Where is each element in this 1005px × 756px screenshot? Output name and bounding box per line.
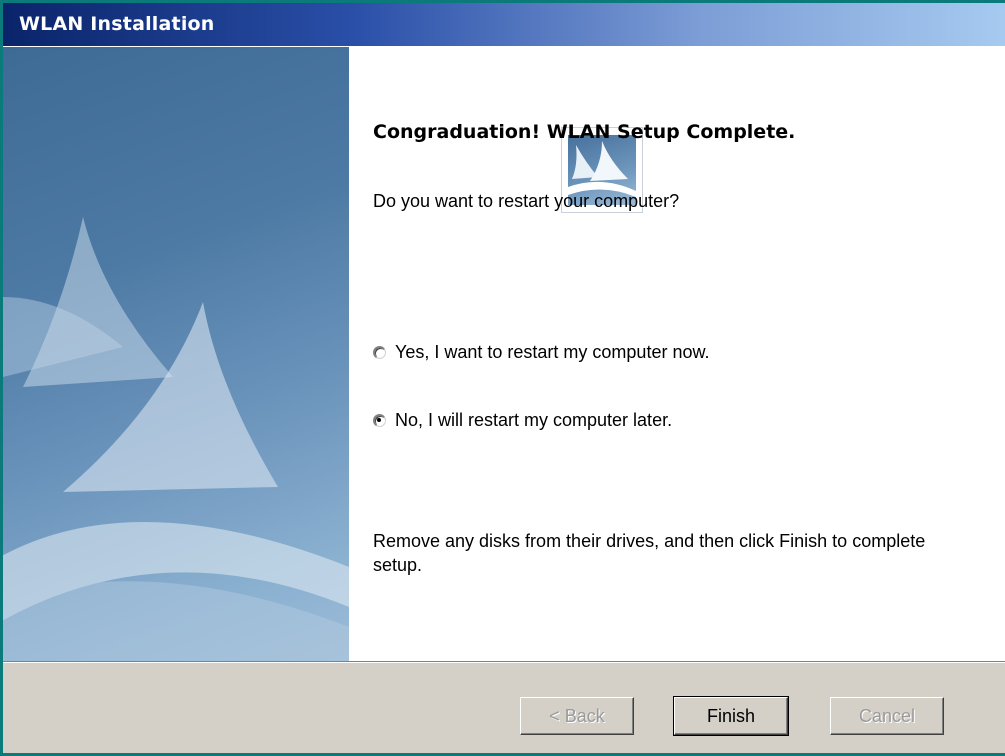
restart-question: Do you want to restart your computer? — [373, 191, 680, 211]
restart-later-label[interactable]: No, I will restart my computer later. — [395, 410, 672, 431]
installer-window: WLAN Installation Congraduation! WLAN Se… — [0, 0, 1005, 756]
back-button[interactable]: < Back — [520, 697, 634, 735]
button-bar: < Back Finish Cancel — [3, 663, 1005, 753]
cancel-button[interactable]: Cancel — [830, 697, 944, 735]
content-panel: Congraduation! WLAN Setup Complete. Do y… — [349, 47, 1005, 661]
radio-button-restart-now[interactable] — [373, 345, 386, 359]
window-title: WLAN Installation — [19, 13, 215, 35]
finish-instructions: Remove any disks from their drives, and … — [373, 531, 926, 575]
finish-button[interactable]: Finish — [673, 696, 789, 736]
title-bar[interactable]: WLAN Installation — [3, 3, 1005, 47]
restart-now-option[interactable]: Yes, I want to restart my computer now. — [373, 341, 709, 363]
page-heading: Congraduation! WLAN Setup Complete. — [373, 121, 796, 143]
restart-now-label[interactable]: Yes, I want to restart my computer now. — [395, 342, 709, 363]
radio-button-restart-later[interactable] — [373, 413, 386, 427]
restart-later-option[interactable]: No, I will restart my computer later. — [373, 409, 672, 431]
sails-banner-image — [3, 47, 349, 661]
